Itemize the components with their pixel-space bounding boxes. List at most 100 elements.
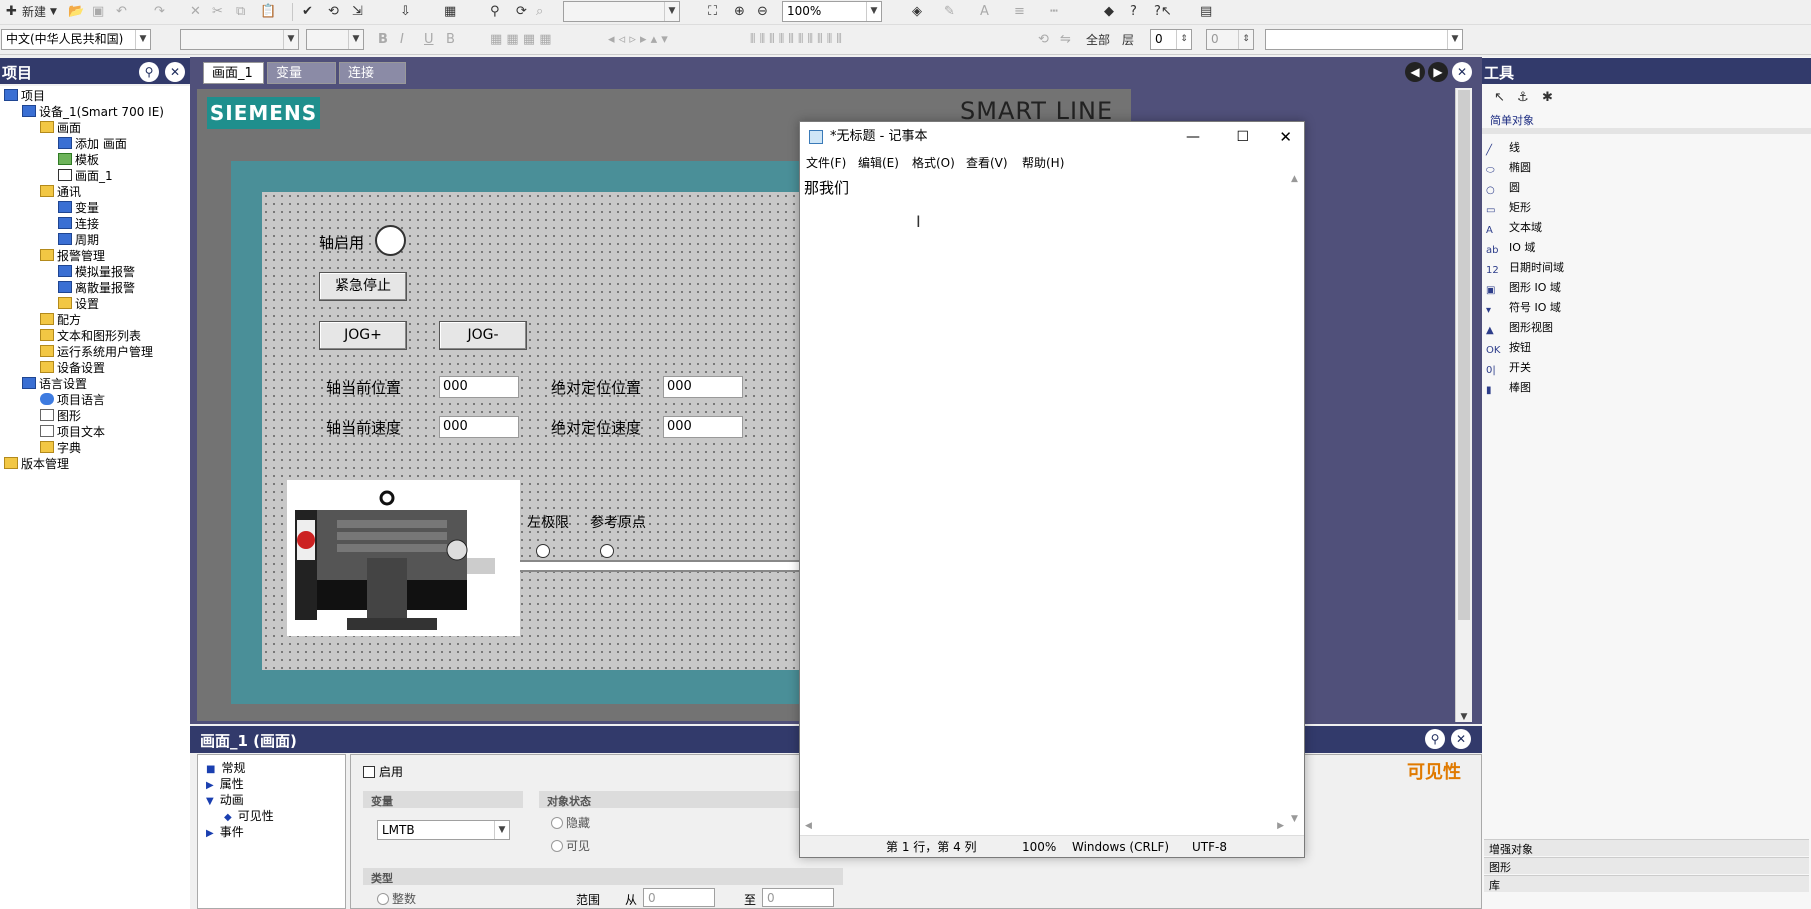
line-style-icon[interactable]: ┅ [1050,3,1058,21]
editor-vertical-scrollbar[interactable]: ▼ [1455,88,1472,722]
distribute-icons[interactable]: ⫴ ⫴ ⫴ ⫴ ⫴ ⫴ ⫴ ⫴ ⫴ ⫴ [750,31,842,49]
scroll-down-icon[interactable]: ▼ [1458,712,1470,722]
compile-all-icon[interactable]: ⟲ [328,3,339,21]
notepad-menu-item[interactable]: 文件(F) [806,152,846,174]
splitter[interactable] [1482,128,1811,134]
tree-item[interactable]: 画面 [40,120,81,136]
scroll-left-icon[interactable]: ◀ [805,821,812,831]
find-next-icon[interactable]: ⌕ [536,3,543,21]
tool-section-header[interactable]: 增强对象 [1484,839,1809,856]
tree-item[interactable]: 文本和图形列表 [40,328,141,344]
scrollbar-thumb[interactable] [1458,90,1470,620]
font-color-icon[interactable]: A [980,3,989,21]
tool-item[interactable]: 12 日期时间域 [1486,259,1564,276]
editor-tab[interactable]: 变量 [267,62,336,84]
enable-checkbox[interactable] [363,766,375,778]
strike-icon[interactable]: B [446,31,455,49]
paste-icon[interactable]: 📋 [260,3,276,21]
maximize-icon[interactable]: ☐ [1236,122,1249,152]
properties-nav-item[interactable]: ▼ 动画 [206,791,244,808]
tree-item[interactable]: 添加 画面 [58,136,127,152]
tree-item[interactable]: 模板 [58,152,99,168]
editor-close-icon[interactable]: ✕ [1452,62,1472,82]
new-icon[interactable]: ✚ [6,3,17,21]
line-width-icon[interactable]: ≡ [1014,3,1025,21]
tree-item[interactable]: 图形 [40,408,81,424]
tree-item[interactable]: 字典 [40,440,81,456]
layout-icon[interactable]: ▤ [1200,3,1212,21]
current-speed-field[interactable]: 000 [439,416,519,438]
line-color-icon[interactable]: ✎ [944,3,955,21]
delete-icon[interactable]: ✕ [190,3,201,21]
tool-item[interactable]: ▲ 图形视图 [1486,319,1553,336]
notepad-menu-item[interactable]: 查看(V) [966,152,1008,174]
absolute-speed-field[interactable]: 000 [663,416,743,438]
current-position-field[interactable]: 000 [439,376,519,398]
zoom-combo[interactable]: 100% ▼ [782,1,882,22]
notepad-menu-item[interactable]: 帮助(H) [1022,152,1064,174]
close-icon[interactable]: ✕ [165,62,185,82]
align-icons[interactable]: ▦ ▦ ▦ ▦ [490,31,552,49]
pointer-icon[interactable]: ↖ [1494,89,1505,107]
properties-nav-item[interactable]: ▶ 事件 [206,823,244,840]
text-align-icons[interactable]: ◂ ◃ ▹ ▸ ▴ ▾ [608,31,668,49]
redo-icon[interactable]: ↷ [154,3,165,21]
layer-input-2[interactable]: 0 ⇕ [1206,29,1254,50]
object-selector-combo[interactable]: ▼ [1265,29,1463,50]
tree-item[interactable]: 语言设置 [22,376,87,392]
tree-item[interactable]: 模拟量报警 [58,264,135,280]
tree-item[interactable]: 项目文本 [40,424,105,440]
notepad-menu-item[interactable]: 编辑(E) [858,152,899,174]
tree-item[interactable]: 周期 [58,232,99,248]
tool-section-header[interactable]: 库 [1484,875,1809,892]
tool-item[interactable]: ╱ 线 [1486,139,1520,156]
tool-section-header[interactable]: 图形 [1484,857,1809,874]
anchor-icon[interactable]: ⚓ [1517,89,1529,107]
zoom-out-icon[interactable]: ⊖ [757,3,768,21]
font-combo[interactable]: ▼ [180,29,299,50]
context-help-icon[interactable]: ?↖ [1154,3,1172,21]
scroll-down-icon[interactable]: ▼ [1291,814,1298,824]
simple-objects-section[interactable]: 简单对象 [1490,112,1534,128]
tool-item[interactable]: ▾ 符号 IO 域 [1486,299,1561,316]
layer-input[interactable]: 0 ⇕ [1150,29,1192,50]
scroll-up-icon[interactable]: ▲ [1291,174,1298,184]
visible-radio[interactable]: 可见 [551,837,590,854]
tree-item[interactable]: 运行系统用户管理 [40,344,153,360]
variable-combo[interactable]: LMTB ▼ [377,820,510,840]
tab-next-icon[interactable]: ▶ [1428,62,1448,82]
tree-item[interactable]: 连接 [58,216,99,232]
new-button[interactable]: 新建 [22,3,46,21]
new-dropdown-icon[interactable]: ▼ [50,3,57,21]
replace-icon[interactable]: ⟳ [516,3,527,21]
undo-icon[interactable]: ↶ [116,3,127,21]
notepad-text-area[interactable]: 那我们 [804,177,849,198]
save-icon[interactable]: ▣ [92,3,104,21]
properties-close-icon[interactable]: ✕ [1451,729,1471,749]
zoom-in-icon[interactable]: ⊕ [734,3,745,21]
editor-tab[interactable]: 画面_1 [203,62,264,84]
tool-item[interactable]: ○ 圆 [1486,179,1520,196]
rotate-icon[interactable]: ⟲ [1038,31,1049,49]
axis-enable-indicator[interactable] [375,225,406,256]
tool-item[interactable]: ▣ 图形 IO 域 [1486,279,1561,296]
editor-tab[interactable]: 连接 [339,62,406,84]
transfer-icon[interactable]: ⇲ [352,3,363,21]
tool-item[interactable]: A 文本域 [1486,219,1542,236]
underline-icon[interactable]: U [424,31,434,49]
absolute-position-field[interactable]: 000 [663,376,743,398]
properties-nav-item[interactable]: ▶ 属性 [206,775,244,792]
tree-item[interactable]: 画面_1 [58,168,113,184]
window-close-icon[interactable]: ✕ [1279,122,1292,152]
compile-icon[interactable]: ✔ [302,3,313,21]
fill-color-icon[interactable]: ◈ [912,3,922,21]
tree-item[interactable]: 报警管理 [40,248,105,264]
notepad-titlebar[interactable]: *无标题 - 记事本 — ☐ ✕ [800,122,1304,152]
tree-item[interactable]: 设备设置 [40,360,105,376]
notepad-horizontal-scrollbar[interactable]: ◀ ▶ [800,821,1288,835]
properties-pin-icon[interactable]: ⚲ [1425,729,1445,749]
tree-item[interactable]: 通讯 [40,184,81,200]
minimize-icon[interactable]: — [1186,122,1200,152]
properties-nav-item[interactable]: ■ 常规 [206,759,245,776]
reference-point-indicator[interactable] [600,544,614,558]
